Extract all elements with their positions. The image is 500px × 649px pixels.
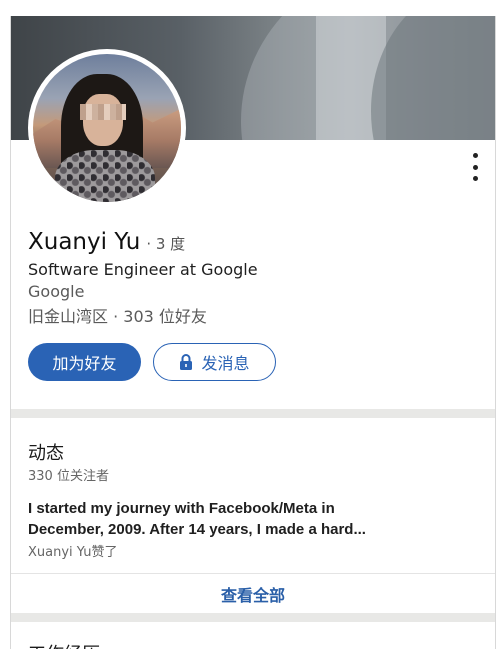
message-button[interactable]: 发消息 xyxy=(153,343,276,381)
activity-title: 动态 xyxy=(28,443,64,464)
profile-company[interactable]: Google xyxy=(28,282,84,301)
profile-location: 旧金山湾区 · 303 位好友 xyxy=(28,307,207,326)
avatar-photo xyxy=(33,54,181,202)
activity-post-line: December, 2009. After 14 years, I made a… xyxy=(28,521,366,538)
see-all-link[interactable]: 查看全部 xyxy=(11,582,495,606)
divider-line xyxy=(11,573,495,574)
section-divider xyxy=(11,409,495,418)
follower-count: 330 位关注者 xyxy=(28,469,109,484)
experience-title: 工作经历 xyxy=(28,640,100,649)
section-divider xyxy=(11,613,495,622)
activity-post[interactable]: I started my journey with Facebook/Meta … xyxy=(28,498,468,540)
profile-headline: Software Engineer at Google xyxy=(28,260,258,279)
kebab-menu-icon[interactable] xyxy=(468,153,482,181)
profile-name: Xuanyi Yu xyxy=(28,229,141,255)
add-friend-button[interactable]: 加为好友 xyxy=(28,343,141,381)
post-reaction: Xuanyi Yu赞了 xyxy=(28,545,118,560)
connection-degree: · 3 度 xyxy=(146,235,186,253)
avatar[interactable] xyxy=(28,49,186,207)
lock-icon xyxy=(180,354,193,370)
activity-post-line: I started my journey with Facebook/Meta … xyxy=(28,500,335,517)
name-row: Xuanyi Yu · 3 度 xyxy=(28,229,185,255)
add-friend-label: 加为好友 xyxy=(52,354,117,373)
message-label: 发消息 xyxy=(201,354,250,373)
profile-screen: Xuanyi Yu · 3 度 Software Engineer at Goo… xyxy=(10,16,496,649)
